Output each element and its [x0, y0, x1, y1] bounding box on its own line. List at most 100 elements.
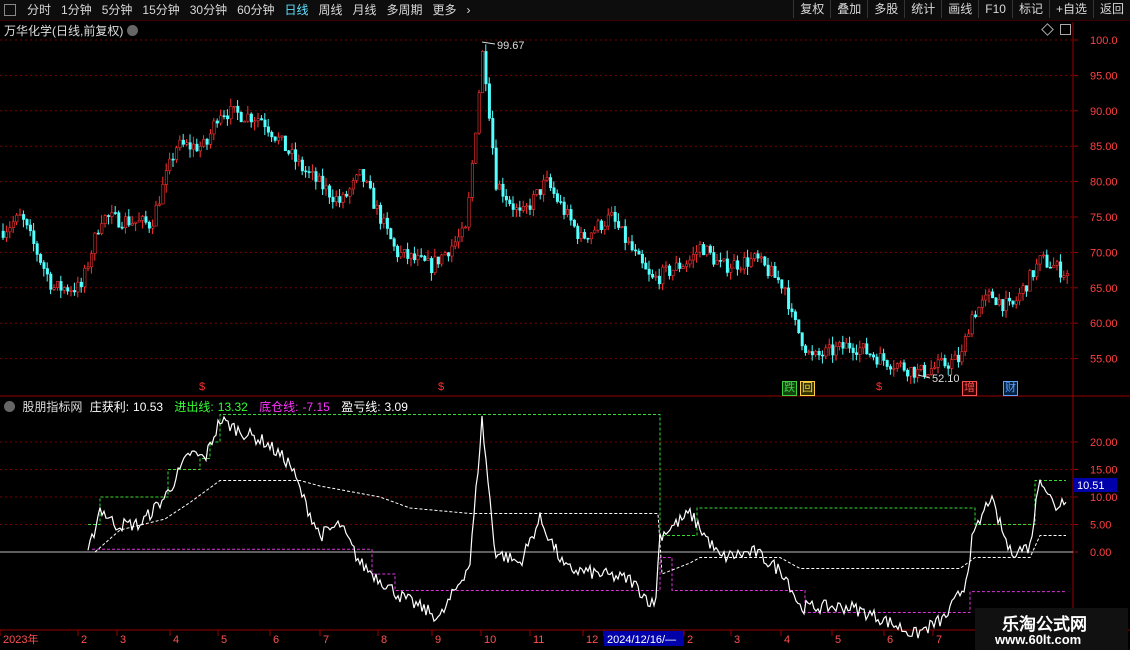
chart-canvas[interactable]: 100.095.0090.0085.0080.0075.0070.0065.00…	[0, 0, 1130, 650]
candle-body	[45, 268, 49, 275]
candle-body	[321, 175, 325, 190]
candle-body	[178, 139, 182, 149]
candle-body	[841, 342, 845, 349]
candle-body	[464, 226, 468, 229]
candle-body	[1048, 266, 1052, 269]
candle-body	[22, 214, 26, 220]
candle-body	[294, 149, 298, 162]
candle-body	[107, 215, 111, 217]
event-marker[interactable]: 回	[800, 381, 815, 396]
candle-body	[695, 251, 699, 255]
candle-body	[705, 245, 709, 256]
candle-body	[725, 258, 729, 273]
candle-body	[277, 136, 281, 141]
candle-body	[25, 219, 29, 226]
event-marker[interactable]: $	[875, 381, 883, 394]
candle-body	[780, 279, 784, 289]
candle-body	[1001, 299, 1005, 312]
chevron-down-icon[interactable]	[127, 25, 139, 36]
candle-body	[651, 274, 655, 278]
time-label: 6	[273, 634, 279, 646]
candle-body	[620, 226, 624, 228]
time-label: 3	[120, 634, 126, 646]
candle-body	[766, 264, 770, 277]
candle-body	[603, 225, 607, 230]
candle-body	[742, 257, 746, 270]
candle-body	[11, 221, 15, 228]
candle-body	[100, 223, 104, 234]
candle-body	[817, 351, 821, 356]
candle-body	[137, 219, 141, 223]
indicator-item: 进出线: 13.32	[174, 400, 248, 414]
event-marker[interactable]: 跌	[782, 381, 797, 396]
candle-body	[861, 343, 865, 349]
chevron-down-icon[interactable]	[4, 401, 15, 412]
candle-body	[467, 197, 471, 228]
event-marker[interactable]: $	[198, 381, 206, 394]
candle-body	[144, 216, 148, 223]
candle-body	[953, 354, 957, 360]
candle-body	[664, 265, 668, 268]
candle-body	[940, 358, 944, 361]
indicator-tick-label: 15.00	[1090, 465, 1118, 477]
candle-body	[521, 206, 525, 211]
candle-body	[579, 232, 583, 239]
candlestick-series	[1, 44, 1069, 385]
candle-body	[691, 254, 695, 261]
time-label: 4	[784, 634, 790, 646]
candle-body	[987, 291, 991, 296]
candle-body	[90, 253, 94, 268]
candle-body	[389, 228, 393, 240]
candle-body	[702, 244, 706, 256]
candle-body	[283, 135, 287, 152]
candle-body	[858, 347, 862, 355]
candle-body	[175, 147, 179, 160]
time-label: 6	[887, 634, 893, 646]
candle-body	[110, 212, 114, 217]
candle-body	[606, 214, 610, 227]
candle-body	[28, 224, 32, 232]
candle-body	[1042, 254, 1046, 257]
candle-body	[171, 158, 175, 161]
candle-body	[977, 307, 981, 318]
event-marker[interactable]: 财	[1003, 381, 1018, 396]
time-label: 7	[936, 634, 942, 646]
candle-body	[491, 118, 495, 149]
candle-body	[1065, 273, 1069, 277]
candle-body	[341, 193, 345, 203]
candle-body	[882, 353, 886, 361]
event-marker[interactable]: $	[437, 381, 445, 394]
candle-body	[749, 258, 753, 267]
candle-body	[885, 360, 889, 367]
candle-body	[681, 266, 685, 269]
candle-body	[59, 281, 63, 291]
candle-body	[657, 275, 661, 285]
candle-body	[49, 273, 53, 290]
candle-body	[974, 314, 978, 318]
candle-body	[895, 363, 899, 369]
candle-body	[756, 253, 760, 259]
candle-body	[912, 366, 916, 378]
candle-body	[610, 211, 614, 216]
candle-body	[1035, 263, 1039, 278]
max-price-label: 99.67	[497, 40, 525, 52]
candle-body	[946, 365, 950, 369]
candle-body	[399, 252, 403, 258]
candle-body	[722, 258, 726, 262]
candle-body	[307, 171, 311, 173]
candle-body	[222, 115, 226, 117]
candle-body	[596, 220, 600, 231]
candle-body	[617, 221, 621, 228]
candle-body	[358, 169, 362, 176]
candle-body	[872, 354, 876, 358]
candle-body	[770, 265, 774, 277]
candle-body	[270, 131, 274, 138]
candle-body	[933, 366, 937, 369]
candle-body	[62, 287, 66, 291]
candle-body	[198, 145, 202, 152]
candle-body	[739, 268, 743, 271]
event-marker[interactable]: 增	[962, 381, 977, 396]
panel-square-icon[interactable]	[1060, 24, 1071, 35]
candle-body	[192, 143, 196, 150]
time-label: 2	[81, 634, 87, 646]
